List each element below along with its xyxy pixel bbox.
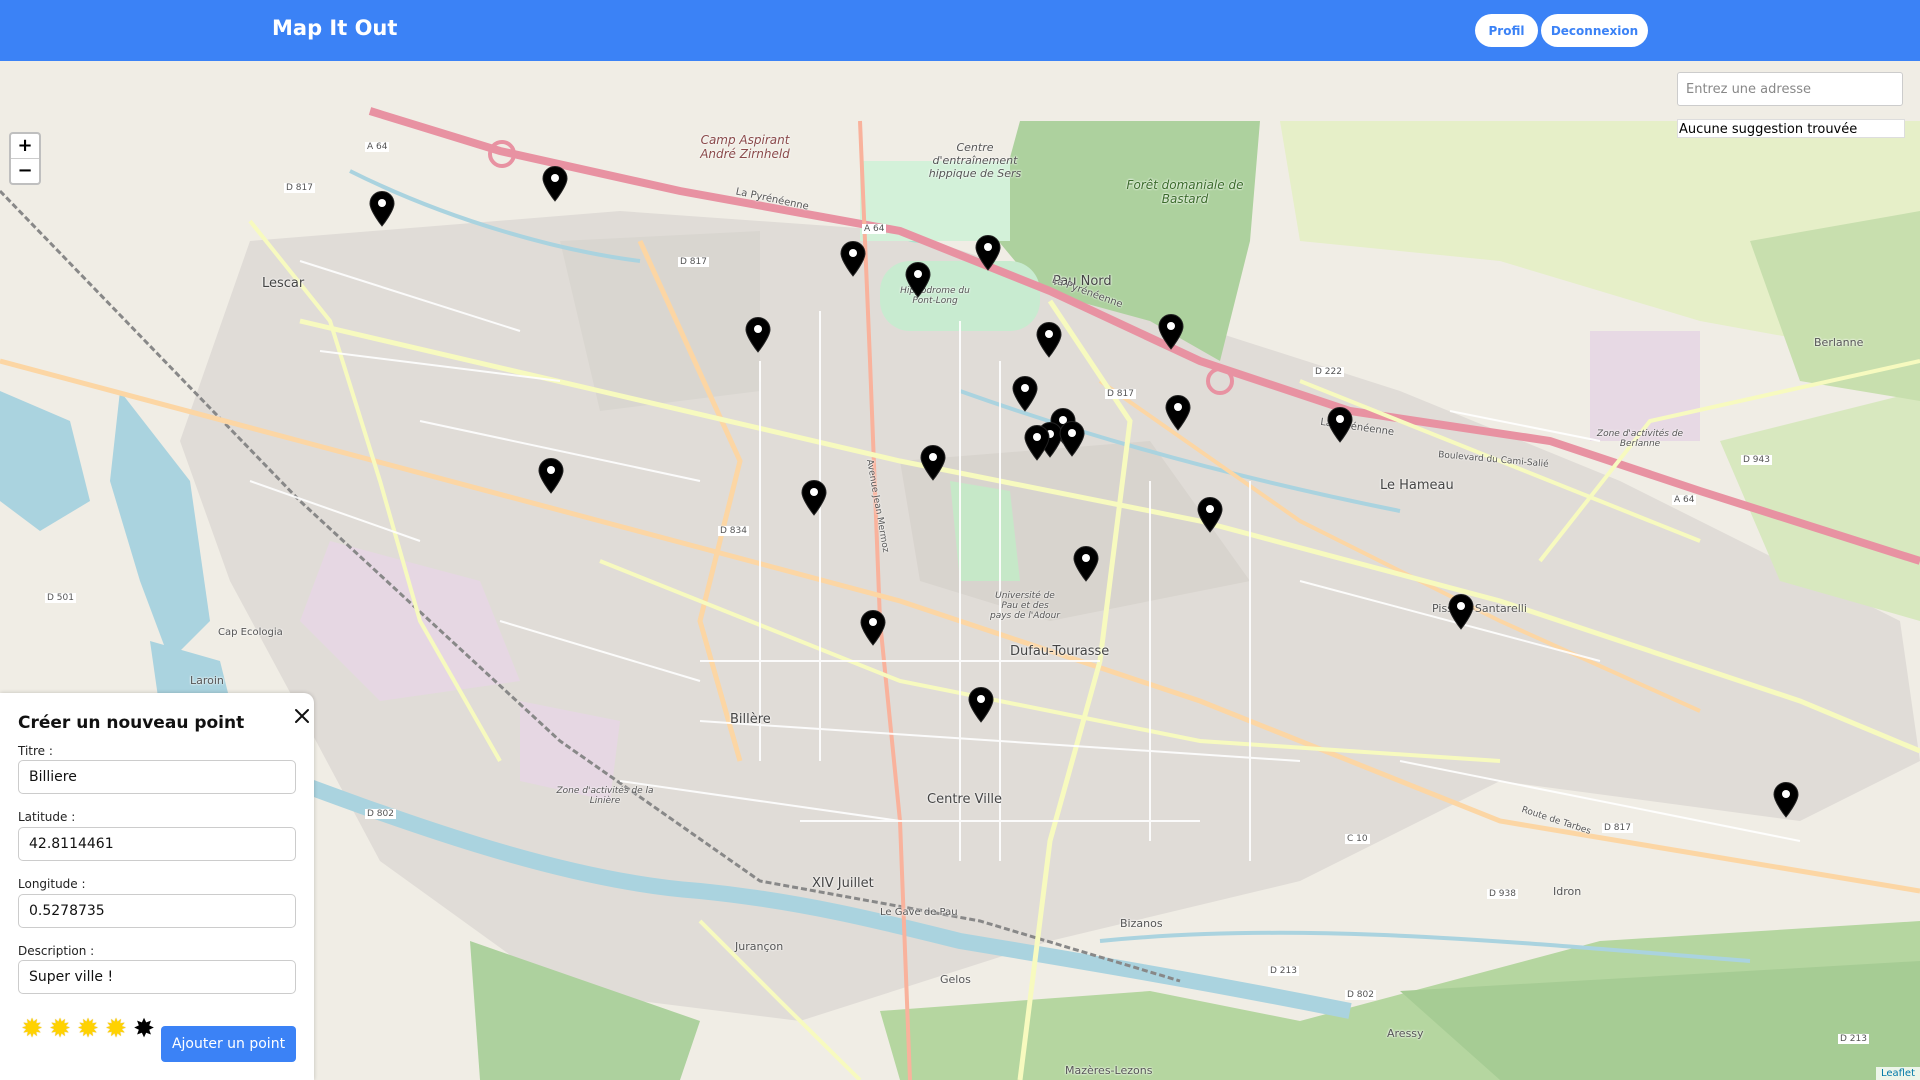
place-label: Pissard-Santarelli: [1432, 602, 1527, 615]
road-shield: A 64: [365, 142, 390, 152]
add-point-button[interactable]: Ajouter un point: [161, 1026, 296, 1062]
map-marker-icon[interactable]: [801, 480, 827, 516]
road-shield: A 64: [862, 224, 887, 234]
map-marker-icon[interactable]: [1773, 782, 1799, 818]
map-marker-icon[interactable]: [905, 262, 931, 298]
latitude-field[interactable]: [18, 827, 296, 861]
description-field[interactable]: [18, 960, 296, 994]
road-shield: D 834: [718, 526, 749, 536]
description-label: Description :: [18, 944, 95, 958]
longitude-field[interactable]: [18, 894, 296, 928]
hippique-label: Centre d'entraînement hippique de Sers: [928, 141, 1022, 180]
map-marker-icon[interactable]: [1059, 421, 1085, 457]
map-marker-icon[interactable]: [369, 191, 395, 227]
place-label: Dufau-Tourasse: [1010, 644, 1110, 659]
forest-label: Forêt domaniale de Bastard: [1126, 178, 1244, 206]
place-label: Berlanne: [1814, 336, 1864, 349]
attribution-link[interactable]: Leaflet: [1875, 1067, 1920, 1080]
universite-label: Université de Pau et des pays de l'Adour: [990, 591, 1060, 621]
map-marker-icon[interactable]: [538, 458, 564, 494]
star-filled-icon[interactable]: ✹: [74, 1015, 102, 1043]
profile-button[interactable]: Profil: [1475, 14, 1538, 47]
road-shield: D 222: [1313, 367, 1344, 377]
place-label: Lescar: [262, 276, 305, 291]
longitude-label: Longitude :: [18, 877, 86, 891]
road-shield: D 817: [284, 183, 315, 193]
zoom-out-button[interactable]: −: [11, 158, 39, 183]
map-marker-icon[interactable]: [975, 235, 1001, 271]
map-marker-icon[interactable]: [920, 445, 946, 481]
road-shield: D 817: [1105, 389, 1136, 399]
address-search-input[interactable]: [1677, 72, 1903, 106]
road-shield: D 501: [45, 593, 76, 603]
zoom-control: + −: [9, 132, 41, 185]
navbar: Map It Out Profil Deconnexion: [0, 0, 1920, 61]
place-label: Aressy: [1387, 1027, 1424, 1040]
star-filled-icon[interactable]: ✹: [46, 1015, 74, 1043]
map-marker-icon[interactable]: [1158, 314, 1184, 350]
star-filled-icon[interactable]: ✹: [18, 1015, 46, 1043]
road-shield: D 817: [678, 257, 709, 267]
road-shield: D 802: [1345, 990, 1376, 1000]
map-marker-icon[interactable]: [1327, 407, 1353, 443]
map-marker-icon[interactable]: [1197, 497, 1223, 533]
map-marker-icon[interactable]: [745, 317, 771, 353]
search-suggestion: Aucune suggestion trouvée: [1677, 119, 1905, 138]
map-marker-icon[interactable]: [542, 166, 568, 202]
panel-title: Créer un nouveau point: [18, 713, 245, 733]
place-label: Cap Ecologia: [218, 627, 283, 638]
place-label: Idron: [1553, 885, 1582, 898]
place-label: Centre Ville: [927, 792, 1003, 807]
place-label: Bizanos: [1120, 917, 1163, 930]
place-label: Billère: [730, 712, 771, 727]
zone-liniere-label: Zone d'activités de la Linière: [556, 786, 654, 806]
road-shield: D 213: [1838, 1034, 1869, 1044]
place-label: Mazères-Lezons: [1065, 1064, 1153, 1077]
map-marker-icon[interactable]: [860, 610, 886, 646]
road-shield: D 943: [1741, 455, 1772, 465]
latitude-label: Latitude :: [18, 810, 76, 824]
rating-stars: ✹ ✹ ✹ ✹ ✸: [18, 1015, 158, 1043]
place-label: Laroin: [190, 674, 224, 687]
create-point-panel: Créer un nouveau point Titre : Latitude …: [0, 693, 314, 1080]
map-marker-icon[interactable]: [840, 241, 866, 277]
place-label: Le Hameau: [1380, 478, 1454, 493]
map-marker-icon[interactable]: [1012, 376, 1038, 412]
road-shield: D 213: [1268, 966, 1299, 976]
road-shield: A 64: [1672, 495, 1697, 505]
map-marker-icon[interactable]: [1165, 395, 1191, 431]
zoom-in-button[interactable]: +: [11, 134, 39, 158]
road-shield: D 817: [1602, 823, 1633, 833]
star-empty-icon[interactable]: ✸: [130, 1015, 158, 1043]
map-marker-icon[interactable]: [968, 687, 994, 723]
place-label: Gelos: [940, 973, 971, 986]
map-marker-icon[interactable]: [1024, 425, 1050, 461]
map-marker-icon[interactable]: [1073, 546, 1099, 582]
title-label: Titre :: [18, 744, 53, 758]
map-marker-icon[interactable]: [1036, 322, 1062, 358]
logout-button[interactable]: Deconnexion: [1541, 14, 1648, 47]
road-shield: C 10: [1345, 834, 1370, 844]
zone-berlanne-label: Zone d'activités de Berlanne: [1596, 429, 1684, 449]
road-label: Le Gave de Pau: [880, 907, 958, 918]
place-label: XIV Juillet: [812, 876, 874, 891]
close-icon[interactable]: [292, 706, 312, 726]
title-field[interactable]: [18, 760, 296, 794]
road-shield: D 938: [1487, 889, 1518, 899]
place-label: Jurançon: [735, 940, 784, 953]
app-title[interactable]: Map It Out: [272, 16, 397, 40]
camp-label: Camp Aspirant André Zirnheld: [700, 133, 790, 161]
map-marker-icon[interactable]: [1448, 594, 1474, 630]
road-shield: D 802: [365, 809, 396, 819]
star-filled-icon[interactable]: ✹: [102, 1015, 130, 1043]
